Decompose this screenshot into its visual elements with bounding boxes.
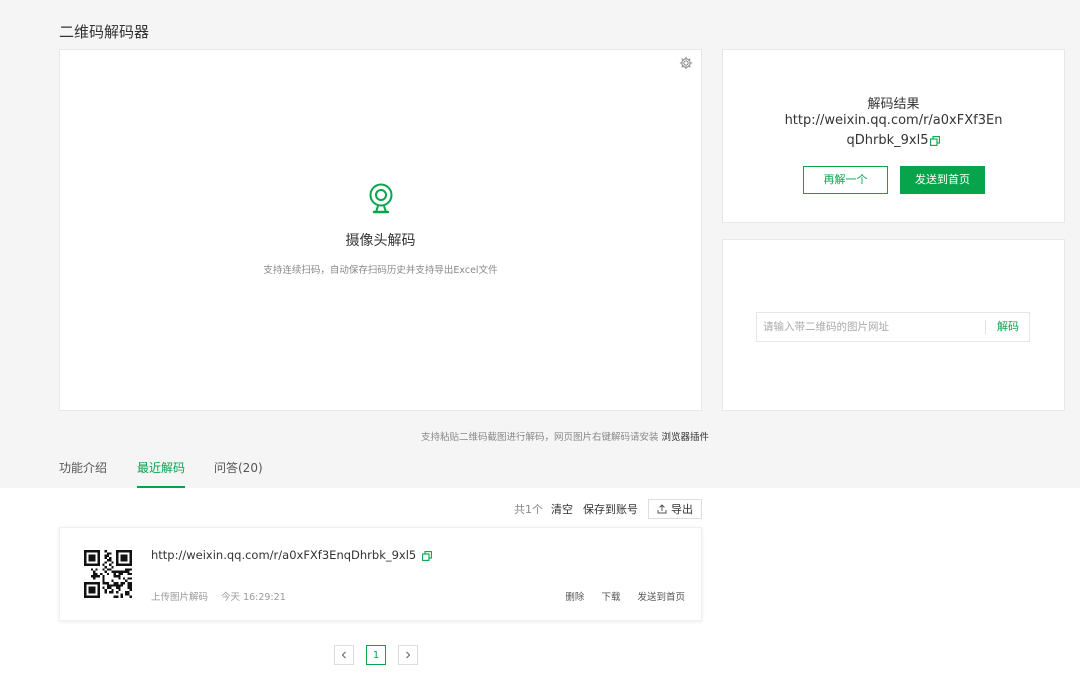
qr-code-thumbnail [84, 550, 132, 598]
tab-recent[interactable]: 最近解码 [137, 459, 186, 488]
upload-icon [657, 504, 667, 514]
paste-tip: 支持粘贴二维码截图进行解码，网页图片右键解码请安装 浏览器插件 [421, 429, 709, 443]
tab-qa[interactable]: 问答(20) [214, 459, 263, 488]
url-decode-panel: 解码 [722, 239, 1065, 411]
url-decode-button[interactable]: 解码 [986, 313, 1030, 341]
image-url-input[interactable] [757, 313, 985, 341]
chevron-left-icon [341, 651, 346, 659]
copy-icon[interactable] [930, 135, 941, 146]
send-to-home-button[interactable]: 发送到首页 [900, 166, 985, 194]
chevron-right-icon [406, 651, 411, 659]
record-meta: 上传图片解码 今天 16:29:21 [151, 589, 296, 603]
result-panel: 解码结果 http://weixin.qq.com/r/a0xFXf3EnqDh… [722, 49, 1065, 223]
page-title: 二维码解码器 [59, 23, 150, 41]
export-label: 导出 [671, 503, 693, 516]
history-count: 共1个 [514, 503, 543, 516]
record-send-button[interactable]: 发送到首页 [637, 592, 685, 603]
record-source: 上传图片解码 [151, 592, 209, 603]
clear-button[interactable]: 清空 [551, 501, 573, 517]
download-button[interactable]: 下载 [601, 592, 620, 603]
page-number[interactable]: 1 [366, 645, 386, 665]
camera-center[interactable]: 摄像头解码 支持连续扫码，自动保存扫码历史并支持导出Excel文件 [60, 182, 701, 276]
tab-intro[interactable]: 功能介绍 [59, 459, 107, 488]
record-time: 今天 16:29:21 [221, 592, 286, 603]
result-url: http://weixin.qq.com/r/a0xFXf3EnqDhrbk_9… [783, 111, 1004, 151]
result-url-text: http://weixin.qq.com/r/a0xFXf3EnqDhrbk_9… [784, 113, 1003, 148]
save-to-account-button[interactable]: 保存到账号 [583, 501, 638, 517]
camera-title: 摄像头解码 [345, 233, 416, 249]
camera-panel[interactable]: 摄像头解码 支持连续扫码，自动保存扫码历史并支持导出Excel文件 [59, 49, 702, 411]
decode-again-button[interactable]: 再解一个 [803, 166, 888, 194]
camera-description: 支持连续扫码，自动保存扫码历史并支持导出Excel文件 [263, 265, 498, 276]
list-item: http://weixin.qq.com/r/a0xFXf3EnqDhrbk_9… [59, 527, 702, 621]
delete-button[interactable]: 删除 [565, 592, 584, 603]
url-input-box: 解码 [756, 312, 1030, 342]
next-page-button[interactable] [398, 645, 418, 665]
webcam-icon [369, 183, 392, 214]
result-label: 解码结果 [867, 97, 920, 112]
browser-plugin-link[interactable]: 浏览器插件 [661, 432, 709, 443]
prev-page-button[interactable] [334, 645, 354, 665]
export-button[interactable]: 导出 [648, 499, 702, 519]
history-toolbar: 共1个 清空 保存到账号 导出 [514, 499, 702, 519]
copy-icon[interactable] [421, 550, 432, 561]
record-url: http://weixin.qq.com/r/a0xFXf3EnqDhrbk_9… [151, 548, 432, 562]
paste-tip-text: 支持粘贴二维码截图进行解码，网页图片右键解码请安装 [420, 432, 659, 443]
record-actions: 删除 下载 发送到首页 [551, 589, 685, 603]
record-url-text: http://weixin.qq.com/r/a0xFXf3EnqDhrbk_9… [151, 548, 417, 562]
gear-icon[interactable] [679, 56, 693, 70]
pagination: 1 [334, 645, 430, 665]
